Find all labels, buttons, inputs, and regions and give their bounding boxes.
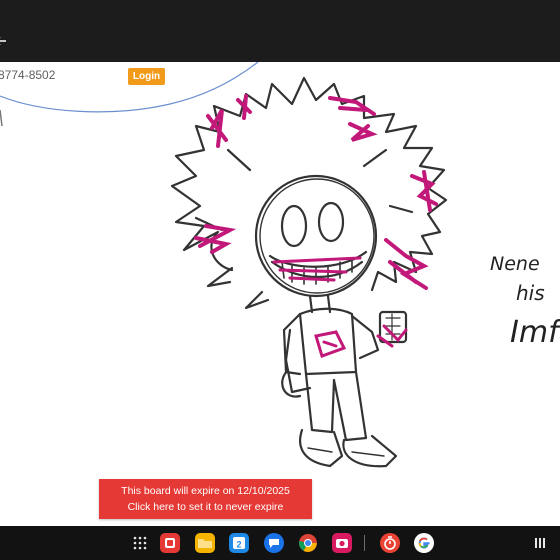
top-bar bbox=[0, 0, 560, 62]
handwritten-line-1: Nene bbox=[490, 253, 540, 275]
board-expiry-banner[interactable]: This board will expire on 12/10/2025 Cli… bbox=[99, 479, 312, 519]
google-icon[interactable] bbox=[414, 533, 434, 553]
handwritten-line-2: his bbox=[516, 281, 545, 305]
right-eye bbox=[317, 201, 345, 243]
left-eye bbox=[280, 204, 308, 248]
camera-icon[interactable] bbox=[332, 533, 352, 553]
calendar-icon[interactable]: 2 bbox=[229, 533, 249, 553]
left-shoe bbox=[299, 428, 344, 468]
phone-number-text: 8774-8502 bbox=[0, 68, 56, 82]
chrome-icon[interactable] bbox=[298, 533, 318, 553]
magenta-accents bbox=[194, 94, 438, 358]
hair-outline bbox=[170, 76, 448, 292]
handwritten-line-3: Imfa bbox=[510, 315, 560, 350]
handwritten-text: Nene his Imfa bbox=[490, 253, 560, 350]
timer-icon[interactable] bbox=[380, 533, 400, 553]
login-button[interactable]: Login bbox=[128, 68, 165, 85]
never-expire-link[interactable]: Click here to set it to never expire bbox=[99, 499, 312, 515]
messages-icon[interactable] bbox=[264, 533, 284, 553]
calendar-badge: 2 bbox=[236, 540, 241, 550]
edge-mark bbox=[0, 109, 3, 127]
drawing-layer: Nene his Imfa bbox=[0, 62, 560, 468]
shelf-divider bbox=[364, 535, 365, 551]
whiteboard-canvas[interactable]: Nene his Imfa bbox=[0, 62, 560, 526]
red-app-icon[interactable] bbox=[160, 533, 180, 553]
torso bbox=[298, 307, 358, 376]
shelf-taskbar: 2 bbox=[0, 526, 560, 560]
right-arm bbox=[350, 314, 380, 360]
grid-dots-icon[interactable] bbox=[133, 536, 147, 550]
expiry-message: This board will expire on 12/10/2025 bbox=[121, 485, 290, 497]
back-arrow-icon[interactable] bbox=[0, 34, 8, 48]
overview-icon[interactable] bbox=[533, 537, 547, 549]
folder-icon[interactable] bbox=[195, 533, 215, 553]
legs bbox=[304, 370, 368, 442]
